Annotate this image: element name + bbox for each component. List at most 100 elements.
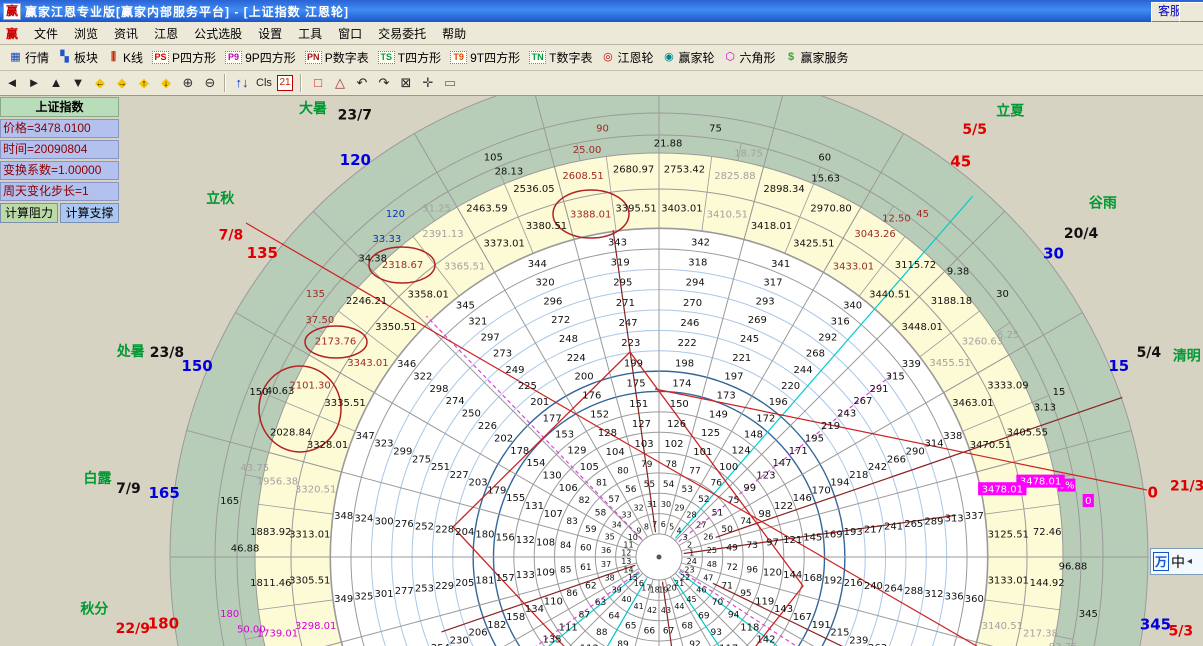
svg-text:21.88: 21.88 (654, 139, 683, 150)
svg-text:267: 267 (853, 396, 872, 407)
svg-text:245: 245 (740, 334, 759, 345)
svg-text:215: 215 (830, 628, 849, 639)
pan-left-button[interactable]: ◆← (90, 73, 110, 93)
calendar-button[interactable]: 21 (277, 75, 293, 91)
svg-text:198: 198 (675, 358, 694, 369)
pan-down-button[interactable]: ◆↓ (156, 73, 176, 93)
svg-text:204: 204 (455, 527, 474, 538)
kline-button[interactable]: ⫼K线 (107, 49, 143, 66)
svg-text:62: 62 (585, 581, 596, 591)
winner-wheel-button[interactable]: ◉赢家轮 (662, 49, 714, 66)
svg-text:29: 29 (674, 504, 684, 513)
p-square-button-label: P四方形 (172, 49, 216, 66)
square-tool-button[interactable]: □ (308, 73, 328, 93)
menu-item-文件[interactable]: 文件 (26, 25, 66, 43)
sectors-button[interactable]: ▚板块 (58, 49, 98, 66)
nav-left-button[interactable]: ◄ (2, 73, 22, 93)
svg-text:219: 219 (821, 421, 840, 432)
center-button[interactable]: ✛ (418, 73, 438, 93)
pan-up-button[interactable]: ◆↑ (134, 73, 154, 93)
ime-arrow-icon[interactable]: ◂ (1187, 556, 1192, 567)
svg-text:291: 291 (869, 384, 888, 395)
svg-text:135: 135 (306, 289, 325, 300)
svg-text:346: 346 (397, 359, 416, 370)
nav-down-button[interactable]: ▼ (68, 73, 88, 93)
svg-text:125: 125 (701, 428, 720, 439)
triangle-tool-button[interactable]: △ (330, 73, 350, 93)
p-square-button[interactable]: PSP四方形 (152, 49, 216, 66)
pan-right-button[interactable]: ◆→ (112, 73, 132, 93)
svg-text:3358.01: 3358.01 (408, 289, 449, 300)
rotate-ccw-button[interactable]: ↶ (352, 73, 372, 93)
nav-up-button[interactable]: ▲ (46, 73, 66, 93)
menu-item-帮助[interactable]: 帮助 (434, 25, 474, 43)
9p-square-button[interactable]: P99P四方形 (225, 49, 296, 66)
flip-axis-button[interactable]: ↑↓ (232, 73, 252, 93)
window-edge-button[interactable] (1179, 2, 1203, 22)
zoom-out-button[interactable]: ⊖ (200, 73, 220, 93)
svg-text:151: 151 (629, 399, 648, 410)
gann-wheel-svg[interactable]: 0153045607590105120135150165180195210225… (0, 96, 1203, 646)
t-square-button[interactable]: TST四方形 (378, 49, 441, 66)
svg-text:65: 65 (625, 621, 636, 631)
calc-resistance-button[interactable]: 计算阻力 (0, 203, 58, 223)
svg-text:145: 145 (803, 532, 822, 543)
svg-text:1956.38: 1956.38 (257, 477, 298, 488)
menu-item-窗口[interactable]: 窗口 (330, 25, 370, 43)
svg-text:3365.51: 3365.51 (444, 262, 485, 273)
gann-wheel-chart[interactable]: 0153045607590105120135150165180195210225… (0, 96, 1203, 646)
kline-button-label: K线 (123, 49, 143, 66)
svg-text:白露: 白露 (84, 470, 113, 487)
nav-right-button[interactable]: ► (24, 73, 44, 93)
hexagon-button[interactable]: ⬡六角形 (724, 49, 776, 66)
svg-text:3298.01: 3298.01 (295, 621, 336, 632)
svg-text:176: 176 (582, 390, 601, 401)
svg-text:89: 89 (617, 640, 629, 646)
quotes-button[interactable]: ▦行情 (9, 49, 49, 66)
menu-item-浏览[interactable]: 浏览 (66, 25, 106, 43)
menu-item-江恩[interactable]: 江恩 (146, 25, 186, 43)
child-window-icon[interactable]: 赢 (0, 23, 26, 44)
svg-text:344: 344 (528, 259, 547, 270)
9t-square-button[interactable]: T99T四方形 (450, 49, 520, 66)
svg-text:3343.01: 3343.01 (347, 358, 388, 369)
svg-text:277: 277 (395, 586, 414, 597)
svg-text:120: 120 (340, 151, 371, 169)
service-button[interactable]: $赢家服务 (785, 49, 849, 66)
menu-item-设置[interactable]: 设置 (250, 25, 290, 43)
menu-item-交易委托[interactable]: 交易委托 (370, 25, 434, 43)
svg-text:30: 30 (661, 500, 671, 509)
menu-item-工具[interactable]: 工具 (290, 25, 330, 43)
p-table-button[interactable]: PNP数字表 (305, 49, 369, 66)
svg-text:64: 64 (608, 612, 620, 622)
zoom-in-button[interactable]: ⊕ (178, 73, 198, 93)
menu-item-资讯[interactable]: 资讯 (106, 25, 146, 43)
ime-mode[interactable]: 中 (1171, 552, 1185, 572)
svg-text:288: 288 (904, 586, 923, 597)
svg-text:271: 271 (616, 298, 635, 309)
ime-icon[interactable]: 万 (1153, 552, 1169, 571)
svg-text:105: 105 (484, 153, 503, 164)
svg-text:108: 108 (536, 538, 555, 549)
svg-text:42: 42 (647, 606, 657, 615)
t-table-button[interactable]: TNT数字表 (529, 49, 592, 66)
ime-bar[interactable]: 万 中 ◂ (1150, 548, 1203, 575)
svg-text:180: 180 (220, 609, 239, 620)
svg-text:170: 170 (812, 485, 831, 496)
calc-support-button[interactable]: 计算支撑 (60, 203, 119, 223)
svg-text:268: 268 (806, 349, 825, 360)
svg-text:56: 56 (625, 485, 637, 495)
svg-text:319: 319 (611, 257, 630, 268)
clear-button[interactable]: Cls (254, 73, 274, 93)
svg-text:130: 130 (543, 471, 562, 482)
svg-text:165: 165 (148, 484, 179, 502)
delete-box-button[interactable]: ⊠ (396, 73, 416, 93)
rotate-cw-button[interactable]: ↷ (374, 73, 394, 93)
svg-text:2753.42: 2753.42 (664, 164, 705, 175)
svg-text:3333.09: 3333.09 (987, 381, 1028, 392)
gann-wheel-button[interactable]: ◎江恩轮 (601, 49, 653, 66)
menu-item-公式选股[interactable]: 公式选股 (186, 25, 250, 43)
svg-text:218: 218 (849, 470, 868, 481)
screen-button[interactable]: ▭ (440, 73, 460, 93)
svg-text:60: 60 (818, 153, 831, 164)
